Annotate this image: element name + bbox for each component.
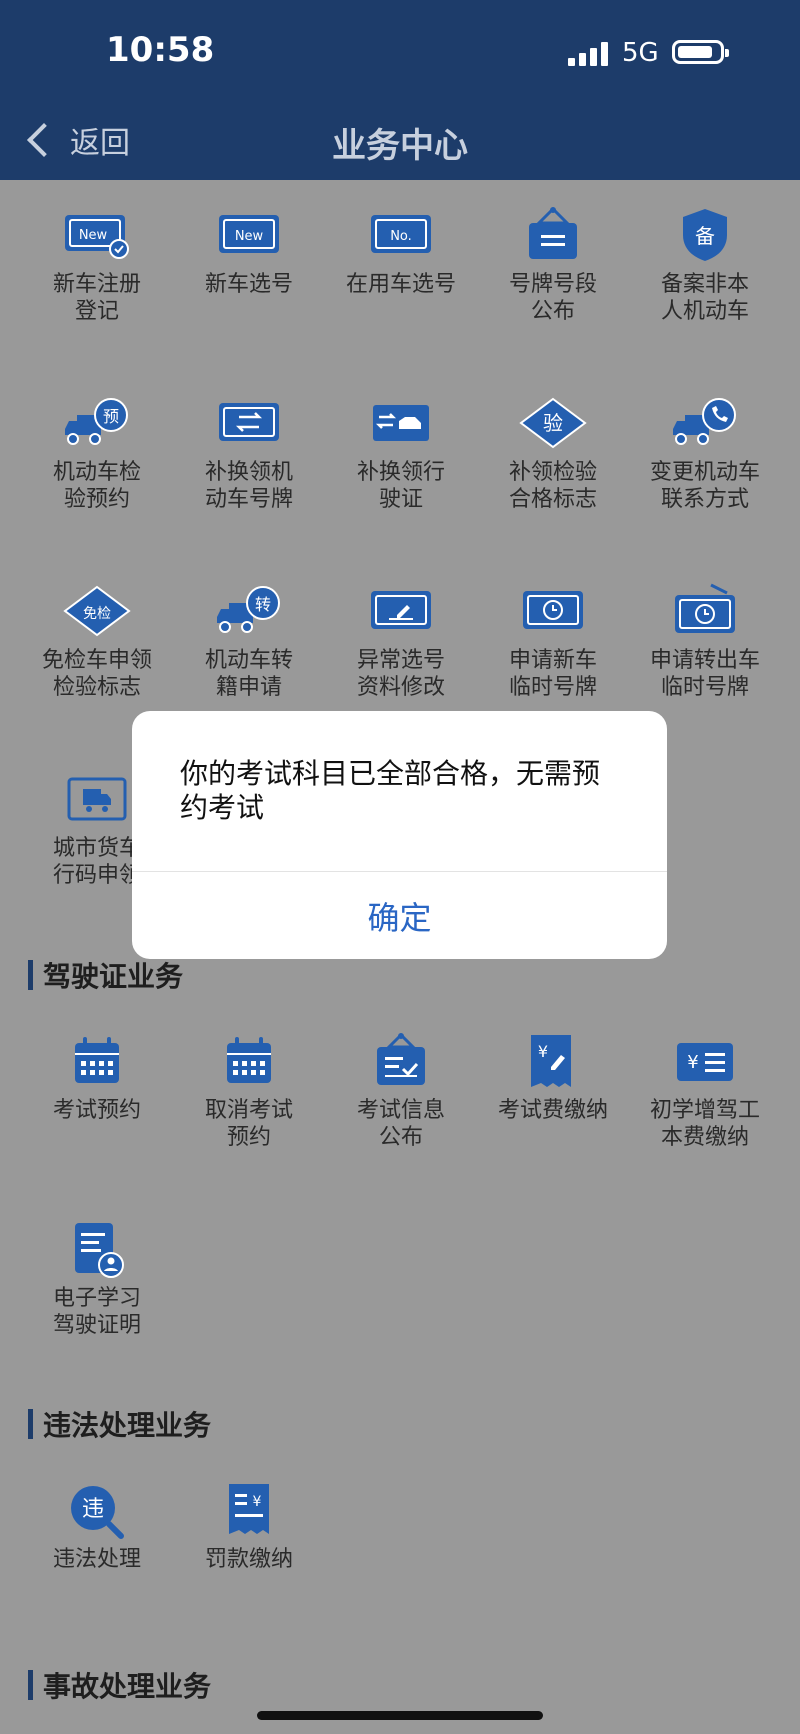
svg-text:No.: No. bbox=[390, 229, 412, 244]
status-time: 10:58 bbox=[106, 30, 215, 70]
svg-text:免检: 免检 bbox=[83, 606, 111, 622]
section-accident: 事故处理业务 bbox=[28, 1665, 211, 1705]
hanging-board-icon bbox=[515, 205, 591, 265]
service-label: 考试费缴纳 bbox=[497, 1098, 608, 1123]
service-tile[interactable]: 考试预约 bbox=[21, 1009, 173, 1197]
license-services-grid: 考试预约 取消考试 预约 考试信息 公布 ¥ 考试费缴纳 ¥ 初学增驾工 本费缴纳电子学习 … bbox=[21, 1009, 781, 1385]
truck-transfer-icon: 转 bbox=[211, 581, 287, 641]
top-header: 10:58 5G 返回 业务中心 bbox=[0, 0, 800, 180]
service-tile[interactable]: 补换领机 动车号牌 bbox=[173, 371, 325, 559]
service-label: 变更机动车 联系方式 bbox=[649, 460, 760, 512]
service-label: 违法处理 bbox=[52, 1547, 141, 1572]
service-tile[interactable]: 备备案非本 人机动车 bbox=[629, 183, 781, 371]
service-tile[interactable]: ¥ 罚款缴纳 bbox=[173, 1458, 325, 1646]
violation-services-grid: 违违法处理 ¥ 罚款缴纳 bbox=[21, 1458, 781, 1646]
svg-text:New: New bbox=[235, 229, 264, 244]
svg-text:违: 违 bbox=[82, 1497, 104, 1522]
svg-text:¥: ¥ bbox=[538, 1042, 548, 1061]
document-user-icon bbox=[59, 1219, 135, 1279]
service-label: 机动车检 验预约 bbox=[52, 460, 141, 512]
svg-text:¥: ¥ bbox=[253, 1494, 262, 1510]
confirm-button[interactable]: 确定 bbox=[132, 872, 667, 959]
service-tile[interactable]: 取消考试 预约 bbox=[173, 1009, 325, 1197]
section-title: 驾驶证业务 bbox=[43, 960, 184, 993]
svg-text:¥: ¥ bbox=[687, 1052, 698, 1073]
service-tile[interactable]: New 新车注册 登记 bbox=[21, 183, 173, 371]
service-label: 补领检验 合格标志 bbox=[508, 460, 597, 512]
shield-badge-icon: 备 bbox=[667, 205, 743, 265]
service-tile[interactable]: 号牌号段 公布 bbox=[477, 183, 629, 371]
section-title: 事故处理业务 bbox=[43, 1670, 212, 1703]
signal-icon bbox=[568, 42, 608, 66]
svg-text:New: New bbox=[79, 228, 108, 243]
service-tile[interactable]: No. 在用车选号 bbox=[325, 183, 477, 371]
no-plate-icon: No. bbox=[363, 205, 439, 265]
service-tile[interactable]: 变更机动车 联系方式 bbox=[629, 371, 781, 559]
service-tile[interactable]: 考试信息 公布 bbox=[325, 1009, 477, 1197]
service-label: 备案非本 人机动车 bbox=[660, 272, 749, 324]
service-tile[interactable]: 违违法处理 bbox=[21, 1458, 173, 1646]
service-tile[interactable]: ¥ 考试费缴纳 bbox=[477, 1009, 629, 1197]
temp-plate-radio-icon bbox=[667, 581, 743, 641]
service-tile[interactable]: 预机动车检 验预约 bbox=[21, 371, 173, 559]
network-label: 5G bbox=[622, 38, 659, 68]
service-label: 异常选号 资料修改 bbox=[356, 648, 445, 700]
service-tile[interactable]: ¥ 初学增驾工 本费缴纳 bbox=[629, 1009, 781, 1197]
plate-swap-icon bbox=[211, 393, 287, 453]
service-label: 补换领机 动车号牌 bbox=[204, 460, 293, 512]
svg-text:预: 预 bbox=[103, 407, 119, 426]
license-swap-icon bbox=[363, 393, 439, 453]
section-bar bbox=[28, 1409, 33, 1439]
yuan-card-icon: ¥ bbox=[667, 1031, 743, 1091]
plate-edit-icon bbox=[363, 581, 439, 641]
truck-phone-icon bbox=[667, 393, 743, 453]
service-label: 补换领行 驶证 bbox=[356, 460, 445, 512]
diamond-exempt-icon: 免检 bbox=[59, 581, 135, 641]
service-label: 申请转出车 临时号牌 bbox=[649, 648, 760, 700]
section-bar bbox=[28, 960, 33, 990]
city-truck-icon bbox=[59, 769, 135, 829]
service-tile[interactable]: 验补领检验 合格标志 bbox=[477, 371, 629, 559]
magnifier-violation-icon: 违 bbox=[59, 1480, 135, 1540]
service-label: 在用车选号 bbox=[345, 272, 456, 297]
section-title: 违法处理业务 bbox=[43, 1409, 212, 1442]
svg-text:备: 备 bbox=[695, 224, 715, 248]
section-bar bbox=[28, 1670, 33, 1700]
service-label: 申请新车 临时号牌 bbox=[508, 648, 597, 700]
service-label: 免检车申领 检验标志 bbox=[41, 648, 152, 700]
service-label: 罚款缴纳 bbox=[204, 1547, 293, 1572]
diamond-inspect-icon: 验 bbox=[515, 393, 591, 453]
svg-text:验: 验 bbox=[543, 411, 563, 435]
service-label: 初学增驾工 本费缴纳 bbox=[649, 1098, 760, 1150]
calendar-cancel-icon bbox=[211, 1031, 287, 1091]
section-license: 驾驶证业务 bbox=[28, 955, 183, 995]
svg-text:转: 转 bbox=[255, 595, 271, 614]
home-indicator bbox=[257, 1711, 543, 1720]
service-label: 新车选号 bbox=[204, 272, 293, 297]
service-label: 号牌号段 公布 bbox=[508, 272, 597, 324]
service-tile[interactable]: 电子学习 驾驶证明 bbox=[21, 1197, 173, 1385]
service-label: 考试信息 公布 bbox=[356, 1098, 445, 1150]
yuan-receipt-icon: ¥ bbox=[515, 1031, 591, 1091]
calendar-icon bbox=[59, 1031, 135, 1091]
page-title: 业务中心 bbox=[332, 126, 468, 166]
new-plate-icon: New bbox=[211, 205, 287, 265]
info-board-icon bbox=[363, 1031, 439, 1091]
section-violation: 违法处理业务 bbox=[28, 1404, 211, 1444]
service-tile[interactable]: New 新车选号 bbox=[173, 183, 325, 371]
new-plate-check-icon: New bbox=[59, 205, 135, 265]
alert-dialog: 你的考试科目已全部合格，无需预约考试 确定 bbox=[132, 711, 667, 959]
service-tile[interactable]: 补换领行 驶证 bbox=[325, 371, 477, 559]
service-label: 取消考试 预约 bbox=[204, 1098, 293, 1150]
service-label: 新车注册 登记 bbox=[52, 272, 141, 324]
service-label: 考试预约 bbox=[52, 1098, 141, 1123]
service-label: 电子学习 驾驶证明 bbox=[52, 1286, 141, 1338]
truck-reserve-icon: 预 bbox=[59, 393, 135, 453]
battery-icon bbox=[672, 40, 729, 64]
temp-plate-icon bbox=[515, 581, 591, 641]
service-label: 机动车转 籍申请 bbox=[204, 648, 293, 700]
fine-receipt-icon: ¥ bbox=[211, 1480, 287, 1540]
dialog-message: 你的考试科目已全部合格，无需预约考试 bbox=[180, 757, 601, 824]
